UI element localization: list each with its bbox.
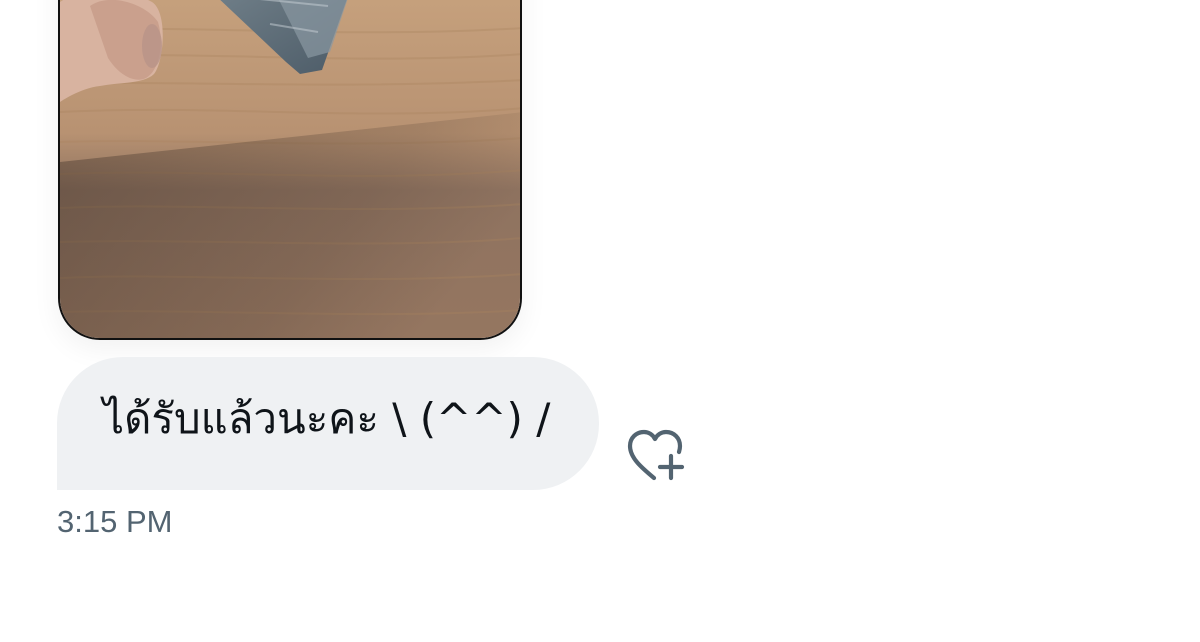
heart-plus-icon	[627, 429, 685, 481]
react-button[interactable]	[624, 428, 688, 486]
dm-conversation: ได้รับแล้วนะคะ \ (^^) / 3:15 PM	[0, 0, 1200, 642]
message-text: ได้รับแล้วนะคะ \ (^^) /	[103, 394, 551, 443]
message-bubble[interactable]: ได้รับแล้วนะคะ \ (^^) /	[57, 357, 599, 490]
message-timestamp: 3:15 PM	[57, 504, 173, 539]
photo-attachment[interactable]	[58, 0, 522, 340]
photo-image	[60, 0, 520, 338]
